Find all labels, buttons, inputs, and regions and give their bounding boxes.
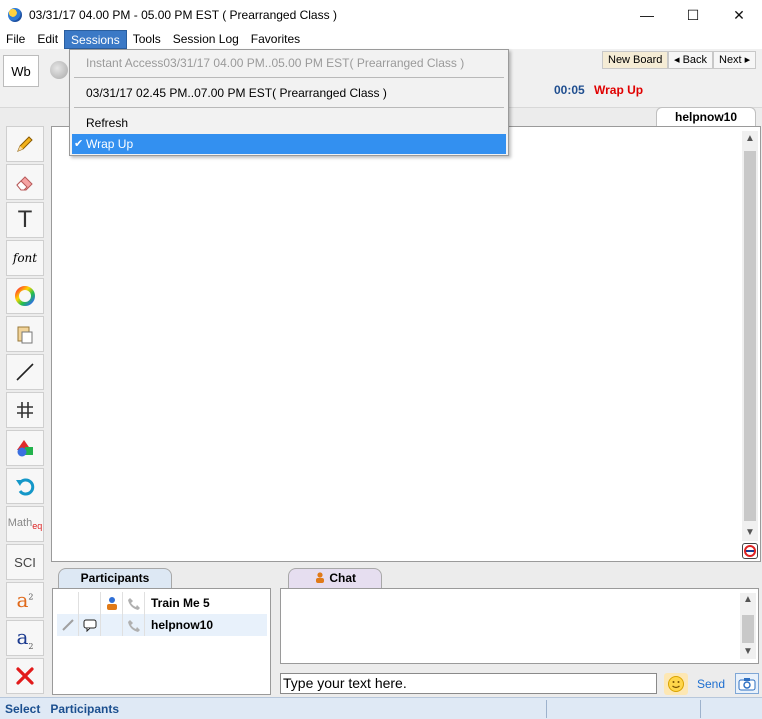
menu-item-refresh[interactable]: Refresh <box>72 113 506 133</box>
chat-bubble-icon[interactable] <box>79 614 101 636</box>
app-logo-icon <box>8 8 22 22</box>
color-wheel-icon[interactable] <box>6 278 44 314</box>
superscript-icon[interactable]: a2 <box>6 582 44 618</box>
participants-list: Train Me 5 helpnow10 <box>52 588 271 695</box>
grid-icon[interactable] <box>6 392 44 428</box>
send-button[interactable]: Send <box>697 677 725 691</box>
eraser-icon[interactable] <box>6 164 44 200</box>
menu-favorites[interactable]: Favorites <box>245 30 306 49</box>
subscript-icon[interactable]: a2 <box>6 620 44 656</box>
user-slot-icon <box>101 614 123 636</box>
menu-item-session[interactable]: 03/31/17 02.45 PM..07.00 PM EST( Prearra… <box>72 83 506 103</box>
menu-item-wrap-up[interactable]: ✔ Wrap Up <box>72 134 506 154</box>
session-status: Wrap Up <box>594 83 644 97</box>
participant-name: Train Me 5 <box>151 596 210 610</box>
chat-input[interactable]: Type your text here. <box>280 673 657 694</box>
shapes-icon[interactable] <box>6 430 44 466</box>
scroll-thumb[interactable] <box>742 615 754 643</box>
scroll-up-icon[interactable]: ▲ <box>742 131 758 147</box>
phone-icon[interactable] <box>123 592 145 614</box>
text-icon[interactable]: T <box>6 202 44 238</box>
chat-user-icon <box>315 572 324 583</box>
sync-icon[interactable] <box>742 543 758 559</box>
globe-icon[interactable] <box>50 61 68 79</box>
participant-row[interactable]: Train Me 5 <box>57 592 267 614</box>
scroll-down-icon[interactable]: ▼ <box>740 645 756 659</box>
window-title: 03/31/17 04.00 PM - 05.00 PM EST ( Prear… <box>29 8 337 22</box>
pencil-permission-icon <box>57 592 79 614</box>
scroll-down-icon[interactable]: ▼ <box>742 525 758 541</box>
emoji-icon[interactable] <box>664 673 688 695</box>
pencil-permission-icon[interactable] <box>57 614 79 636</box>
close-button[interactable]: ✕ <box>716 0 762 30</box>
whiteboard-canvas[interactable]: ▲ ▼ <box>51 126 761 562</box>
title-bar: 03/31/17 04.00 PM - 05.00 PM EST ( Prear… <box>0 0 762 30</box>
menu-item-instant-access: Instant Access03/31/17 04.00 PM..05.00 P… <box>86 56 465 70</box>
session-timer: 00:05 <box>554 83 585 97</box>
clear-icon[interactable] <box>6 658 44 694</box>
window-controls: — ☐ ✕ <box>624 0 762 30</box>
font-icon[interactable]: font <box>6 240 44 276</box>
menu-separator <box>74 107 504 108</box>
next-button[interactable]: Next ▸ <box>713 51 757 69</box>
status-divider <box>700 700 701 718</box>
tab-participants[interactable]: Participants <box>58 568 172 588</box>
chat-scrollbar[interactable]: ▲ ▼ <box>740 593 756 659</box>
menu-tools[interactable]: Tools <box>127 30 167 49</box>
participant-name: helpnow10 <box>151 618 214 632</box>
new-board-button[interactable]: New Board <box>602 51 669 69</box>
sci-icon[interactable]: SCI <box>6 544 44 580</box>
scroll-up-icon[interactable]: ▲ <box>740 593 756 607</box>
whiteboard-tab[interactable]: Wb <box>3 55 39 87</box>
menu-bar: File Edit Sessions Tools Session Log Fav… <box>0 30 762 49</box>
minimize-button[interactable]: — <box>624 0 670 30</box>
tab-chat[interactable]: Chat <box>288 568 382 588</box>
menu-sessions[interactable]: Sessions <box>64 30 127 49</box>
status-select: Select <box>5 701 41 716</box>
tool-palette: T font Matheq SCI a2 a2 <box>6 126 44 696</box>
math-eq-icon[interactable]: Matheq <box>6 506 44 542</box>
status-bar: Select Participants <box>0 697 762 719</box>
maximize-button[interactable]: ☐ <box>670 0 716 30</box>
menu-session-log[interactable]: Session Log <box>167 30 245 49</box>
menu-file[interactable]: File <box>0 30 31 49</box>
canvas-scrollbar[interactable]: ▲ ▼ <box>742 131 758 541</box>
chat-tab-label: Chat <box>329 571 356 585</box>
phone-icon[interactable] <box>123 614 145 636</box>
chat-permission-icon <box>79 592 101 614</box>
scroll-thumb[interactable] <box>744 151 756 521</box>
chat-history[interactable]: ▲ ▼ <box>280 588 759 664</box>
pencil-icon[interactable] <box>6 126 44 162</box>
participant-row[interactable]: helpnow10 <box>57 614 267 636</box>
undo-icon[interactable] <box>6 468 44 504</box>
camera-icon[interactable] <box>735 673 759 694</box>
back-button[interactable]: ◂ Back <box>668 51 714 69</box>
status-divider <box>546 700 547 718</box>
paste-icon[interactable] <box>6 316 44 352</box>
status-participants: Participants <box>50 701 120 716</box>
line-icon[interactable] <box>6 354 44 390</box>
menu-edit[interactable]: Edit <box>31 30 64 49</box>
user-icon <box>101 592 123 614</box>
board-tab-helpnow10[interactable]: helpnow10 <box>656 107 756 126</box>
checkmark-icon: ✔ <box>74 138 84 150</box>
menu-item-wrap-up-label: Wrap Up <box>86 137 134 151</box>
sessions-menu: Instant Access03/31/17 04.00 PM..05.00 P… <box>69 49 509 156</box>
menu-separator <box>74 77 504 78</box>
